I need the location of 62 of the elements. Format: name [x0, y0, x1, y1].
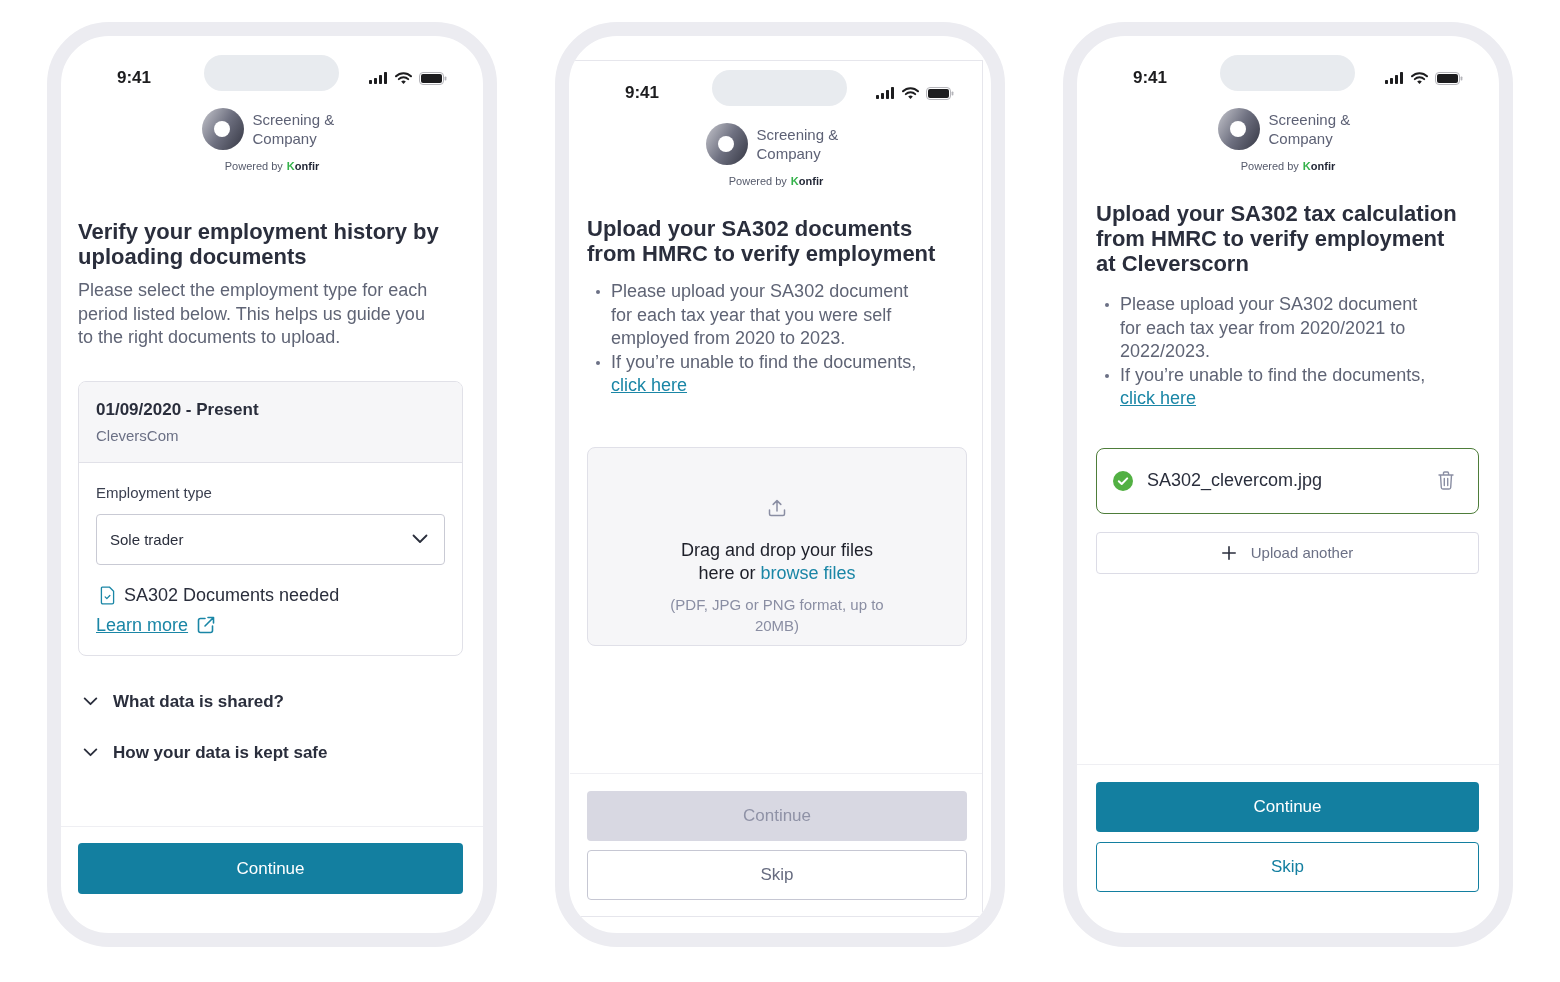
file-format-hint: (PDF, JPG or PNG format, up to 20MB) — [669, 594, 885, 636]
signal-icon — [1385, 72, 1404, 84]
browse-files-link[interactable]: browse files — [760, 563, 856, 583]
powered-by-text: Powered by — [1240, 160, 1299, 173]
partner-logo: Konfir — [790, 175, 824, 188]
period-dates: 01/09/2020 - Present — [96, 398, 260, 421]
signal-icon — [369, 72, 388, 84]
powered-by-text: Powered by — [224, 160, 283, 173]
secondary-button[interactable]: Skip — [1096, 842, 1479, 892]
wifi-icon — [395, 72, 412, 84]
dropzone-instructions: Drag and drop your files here or browse files — [679, 538, 875, 585]
battery-icon — [419, 71, 447, 85]
accordion-toggle[interactable]: How your data is kept safe — [78, 735, 463, 770]
bullet-text: If you’re unable to find the documents, click here — [611, 350, 918, 397]
document-check-icon — [100, 585, 115, 605]
page-title: Verify your employment history by uploading documents — [78, 219, 440, 269]
description-text: Please select the employment type for each period listed below. This helps us guide you to the right documents to upload. — [78, 279, 429, 349]
page-title: Upload your SA302 tax calculation from HMRC to verify employment at Cleverscorn — [1096, 201, 1458, 276]
file-dropzone[interactable]: Drag and drop your files here or browse files (PDF, JPG or PNG format, up to 20MB) — [587, 446, 967, 646]
chevron-down-icon — [412, 534, 428, 544]
brand-name: Screening & Company — [756, 125, 840, 163]
bullet-text: If you’re unable to find the documents, click here — [1120, 363, 1427, 410]
requirement-text: SA302 Documents needed — [124, 583, 340, 607]
click-here-link[interactable]: click here — [1120, 388, 1197, 408]
file-name: SA302_clevercom.jpg — [1147, 469, 1324, 492]
wifi-icon — [1411, 72, 1428, 84]
click-here-link[interactable]: click here — [611, 375, 688, 395]
bullet-icon — [1105, 373, 1109, 378]
powered-by-text: Powered by — [728, 175, 787, 188]
primary-button[interactable]: Continue — [1096, 782, 1479, 832]
brand-name: Screening & Company — [252, 110, 336, 148]
bullet-text: Please upload your SA302 document for each tax year that you were self employed from 2020 to 2023. — [611, 280, 910, 350]
upload-another-button[interactable]: Upload another — [1096, 531, 1479, 574]
page-title: Upload your SA302 documents from HMRC to verify employment — [587, 216, 937, 266]
battery-icon — [926, 86, 954, 100]
bullet-icon — [596, 360, 600, 365]
bullet-icon — [596, 290, 600, 294]
secondary-button[interactable]: Skip — [587, 850, 967, 900]
status-time: 9:41 — [1133, 68, 1169, 88]
employer-name: CleversCom — [96, 425, 180, 446]
employment-type-select[interactable]: Sole trader — [96, 513, 445, 565]
upload-icon — [768, 498, 786, 517]
ring-logo-icon — [1217, 108, 1260, 150]
wifi-icon — [902, 87, 919, 99]
brand-name: Screening & Company — [1268, 110, 1352, 148]
battery-icon — [1435, 71, 1463, 85]
partner-logo: Konfir — [286, 160, 320, 173]
status-time: 9:41 — [625, 83, 661, 103]
field-label: Employment type — [96, 482, 213, 503]
signal-icon — [876, 87, 895, 99]
ring-logo-icon — [201, 108, 244, 150]
bullet-text: Please upload your SA302 document for each tax year from 2020/2021 to 2022/2023. — [1120, 293, 1419, 363]
bullet-icon — [1105, 303, 1109, 307]
learn-more-link[interactable]: Learn more — [96, 613, 216, 637]
ring-logo-icon — [705, 123, 748, 165]
external-link-icon — [197, 616, 216, 634]
primary-button[interactable]: Continue — [78, 843, 463, 894]
plus-icon — [1221, 545, 1236, 560]
partner-logo: Konfir — [1302, 160, 1336, 173]
status-time: 9:41 — [117, 68, 153, 88]
trash-icon[interactable] — [1438, 471, 1454, 490]
accordion-toggle[interactable]: What data is shared? — [78, 684, 463, 719]
